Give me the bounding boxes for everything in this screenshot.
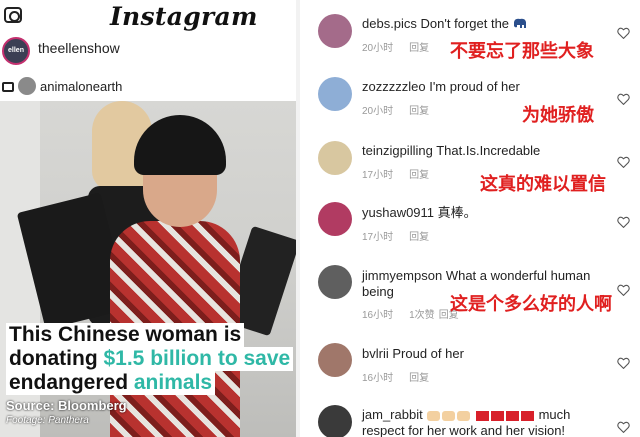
comment-text: yushaw0911 真棒。 [362, 205, 612, 221]
comment-avatar[interactable] [318, 141, 352, 175]
comment-avatar[interactable] [318, 77, 352, 111]
caption-line-2-accent: $1.5 billion to save [103, 347, 291, 370]
comment-body: Don't forget the [420, 16, 510, 31]
caption-line-2: donating $1.5 billion to save [6, 347, 294, 371]
caption-line-3-prefix: endangered [9, 371, 134, 394]
comment-avatar[interactable] [318, 265, 352, 299]
comment-meta: 16小时 回复 [362, 369, 445, 384]
heart-icon[interactable] [617, 356, 630, 370]
caption-line-3: endangered animals [6, 371, 216, 395]
comments-panel: debs.pics Don't forget the 20小时 回复 不要忘了那些… [300, 0, 640, 437]
comment-avatar[interactable] [318, 202, 352, 236]
comment-avatar[interactable] [318, 14, 352, 48]
instagram-post-panel: Instagram ellen theellenshow animalonear… [0, 0, 296, 437]
comment-reply[interactable]: 回复 [409, 232, 429, 243]
comment-time: 17小时 [362, 170, 394, 181]
poster-avatar-text: ellen [8, 47, 24, 54]
poster-avatar[interactable]: ellen [2, 37, 30, 65]
heart-icon[interactable] [617, 92, 630, 106]
video-source: Source: Bloomberg [6, 398, 127, 413]
comment-time: 20小时 [362, 106, 394, 117]
comment-username[interactable]: bvlrii [362, 346, 389, 361]
comment-meta: 17小时 回复 [362, 228, 445, 243]
comment-body: 真棒。 [437, 205, 477, 220]
caption-line-3-accent: animals [133, 371, 213, 394]
camera-icon[interactable] [4, 7, 22, 23]
repost-icon [2, 82, 14, 92]
comment-username[interactable]: yushaw0911 [362, 205, 434, 220]
video-footage: Footage: Panthera [6, 415, 89, 426]
instagram-logo: Instagram [110, 2, 258, 31]
comment-time: 17小时 [362, 232, 394, 243]
comment-meta: 20小时 回复 [362, 102, 445, 117]
elephant-icon [513, 18, 526, 28]
comment-body: Proud of her [392, 346, 464, 361]
comment-text: bvlrii Proud of her [362, 346, 612, 362]
caption-line-1: This Chinese woman is [6, 323, 245, 347]
comment-username[interactable]: teinzigpilling [362, 143, 433, 158]
comment-username[interactable]: jimmyempson [362, 268, 442, 283]
comment-text: teinzigpilling That.Is.Incredable [362, 143, 612, 159]
comment-reply[interactable]: 回复 [409, 106, 429, 117]
comment-likes[interactable]: 1次赞 [409, 310, 435, 321]
clapping-hands-icon [426, 407, 471, 423]
comment-body: That.Is.Incredable [436, 143, 541, 158]
comment-translation: 为她骄傲 [522, 105, 594, 125]
repost-source-username[interactable]: animalonearth [40, 79, 122, 94]
comment-translation: 这真的难以置信 [480, 174, 606, 194]
heart-icon[interactable] [617, 155, 630, 169]
comment-username[interactable]: jam_rabbit [362, 407, 423, 422]
comment-meta: 17小时 回复 [362, 166, 445, 181]
caption-line-2-prefix: donating [9, 347, 104, 370]
comment-time: 20小时 [362, 43, 394, 54]
comment-reply[interactable]: 回复 [409, 43, 429, 54]
heart-icon[interactable] [617, 420, 630, 434]
comment-time: 16小时 [362, 310, 394, 321]
comment-time: 16小时 [362, 373, 394, 384]
heart-icon[interactable] [617, 215, 630, 229]
comment-username[interactable]: zozzzzzleo [362, 79, 426, 94]
comment-avatar[interactable] [318, 405, 352, 437]
comment-reply[interactable]: 回复 [409, 373, 429, 384]
comment-meta: 20小时 回复 [362, 39, 445, 54]
comment-translation: 不要忘了那些大象 [450, 41, 594, 61]
poster-username[interactable]: theellenshow [38, 40, 120, 56]
heart-icon[interactable] [617, 26, 630, 40]
red-hearts-icon [475, 407, 535, 423]
comment-body: I'm proud of her [429, 79, 520, 94]
comment-translation: 这是个多么好的人啊 [450, 294, 612, 314]
comment-avatar[interactable] [318, 343, 352, 377]
comment-text: zozzzzzleo I'm proud of her [362, 79, 612, 95]
comment-text: debs.pics Don't forget the [362, 16, 612, 32]
heart-icon[interactable] [617, 283, 630, 297]
comment-text: jam_rabbit much respect for her work and… [362, 407, 612, 437]
comment-username[interactable]: debs.pics [362, 16, 417, 31]
comment-reply[interactable]: 回复 [409, 170, 429, 181]
repost-source-avatar[interactable] [18, 77, 36, 95]
